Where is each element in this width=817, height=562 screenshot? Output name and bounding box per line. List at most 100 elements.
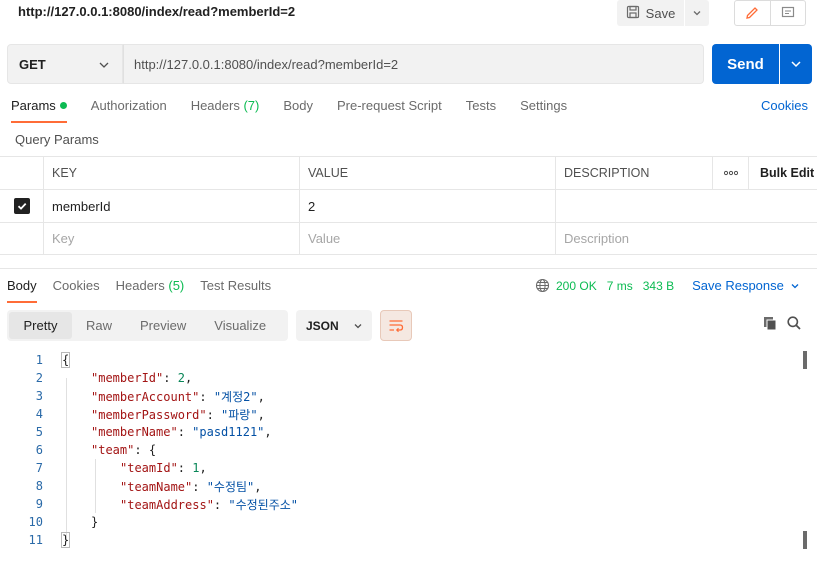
response-tab-cookies[interactable]: Cookies [53,278,100,301]
response-actions [762,315,802,331]
view-raw[interactable]: Raw [72,312,126,339]
code-line: 3 "memberAccount": "계정2", [0,387,800,405]
json-value: "수정된주소" [228,497,299,512]
request-title: http://127.0.0.1:8080/index/read?memberI… [18,4,296,19]
tab-prerequest-script[interactable]: Pre-request Script [337,98,442,121]
tab-body[interactable]: Body [283,98,313,121]
code-line: 5 "memberName": "pasd1121", [0,423,800,441]
response-tab-headers[interactable]: Headers (5) [116,278,185,301]
code-line: 6 "team": { [0,441,800,459]
comment-icon [781,6,794,18]
wrap-lines-button[interactable] [380,310,412,341]
save-button[interactable]: Save [617,0,684,26]
json-key: "team" [91,443,135,457]
tab-params[interactable]: Params [11,98,67,123]
line-number: 6 [35,443,43,457]
view-pretty[interactable]: Pretty [9,312,72,339]
response-status-area: 200 OK 7 ms 343 B Save Response [535,278,800,293]
new-value-input[interactable]: Value [299,223,555,254]
json-open-brace: { [148,443,157,457]
pencil-icon [746,7,759,19]
copy-icon[interactable] [762,315,778,331]
line-number: 4 [35,407,43,421]
save-response-button[interactable]: Save Response [692,278,800,293]
code-line: 11 } [0,531,800,549]
line-number: 9 [35,497,43,511]
params-active-dot [59,102,67,109]
method-select[interactable]: GET [7,44,123,84]
url-input[interactable]: http://127.0.0.1:8080/index/read?memberI… [123,44,704,84]
param-description-cell[interactable] [555,190,817,222]
chevron-down-icon [791,283,799,288]
docs-mode-button[interactable] [771,1,806,25]
key-column-header: KEY [43,157,299,189]
line-number: 1 [35,353,43,367]
json-key: "teamId" [120,461,178,475]
tab-tests[interactable]: Tests [466,98,496,121]
close-brace: } [60,532,71,548]
format-select[interactable]: JSON [296,310,372,341]
param-key-cell[interactable]: memberId [43,190,299,222]
chevron-down-icon [693,11,701,16]
send-button[interactable]: Send [712,44,779,84]
response-view-toggle: Pretty Raw Preview Visualize [7,310,288,341]
send-options-button[interactable] [780,44,812,84]
tab-settings[interactable]: Settings [520,98,567,121]
response-tab-test-results[interactable]: Test Results [200,278,271,301]
query-params-title: Query Params [15,132,99,147]
line-number: 2 [35,371,43,385]
line-number: 7 [35,461,43,475]
line-number: 10 [28,515,43,529]
response-tab-body[interactable]: Body [7,278,37,303]
description-column-header: DESCRIPTION [555,157,712,189]
more-horizontal-icon [723,170,738,176]
code-line: 1 { [0,351,800,369]
code-line: 2 "memberId": 2, [0,369,800,387]
json-value: "계정2" [213,389,258,404]
table-row-empty: Key Value Description [0,222,817,255]
response-divider [0,268,817,269]
edit-mode-button[interactable] [735,1,771,25]
scrollbar-top-marker[interactable] [803,351,807,369]
response-tabs: Body Cookies Headers (5) Test Results [7,278,287,303]
view-mode-toggle [734,0,806,26]
request-tabs: Params Authorization Headers (7) Body Pr… [11,98,591,123]
param-value-cell[interactable]: 2 [299,190,555,222]
view-preview[interactable]: Preview [126,312,200,339]
status-code[interactable]: 200 OK [556,279,597,293]
bulk-edit-button[interactable]: Bulk Edit [748,157,817,189]
tab-authorization[interactable]: Authorization [91,98,167,121]
globe-icon[interactable] [535,278,550,293]
code-line: 9 "teamAddress": "수정된주소" [0,495,800,513]
json-value: 1 [192,461,200,475]
more-options-button[interactable] [712,157,748,189]
new-description-input[interactable]: Description [555,223,817,254]
save-options-button[interactable] [685,0,709,26]
json-key: "teamAddress" [120,497,214,512]
format-label: JSON [306,318,339,333]
json-key: "memberPassword" [91,407,207,422]
headers-count: (7) [243,98,260,113]
save-icon [626,5,640,22]
open-brace: { [60,352,71,368]
scrollbar-bottom-marker[interactable] [803,531,807,549]
code-line: 7 "teamId": 1, [0,459,800,477]
table-header-row: KEY VALUE DESCRIPTION Bulk Edit [0,156,817,189]
query-params-table: KEY VALUE DESCRIPTION Bulk Edit memberId… [0,156,817,255]
code-line: 4 "memberPassword": "파랑", [0,405,800,423]
response-size[interactable]: 343 B [643,279,674,293]
cookies-link[interactable]: Cookies [761,98,808,113]
param-enabled-checkbox[interactable] [0,190,43,222]
value-column-header: VALUE [299,157,555,189]
search-icon[interactable] [786,315,802,331]
response-time[interactable]: 7 ms [607,279,633,293]
new-key-input[interactable]: Key [43,223,299,254]
json-value: 2 [177,371,185,385]
chevron-down-icon [791,61,801,68]
json-key: "memberId" [91,371,164,385]
view-visualize[interactable]: Visualize [200,312,280,339]
check-icon [17,202,26,210]
tab-headers[interactable]: Headers (7) [191,98,260,121]
line-number: 8 [35,479,43,493]
table-row: memberId 2 [0,189,817,222]
